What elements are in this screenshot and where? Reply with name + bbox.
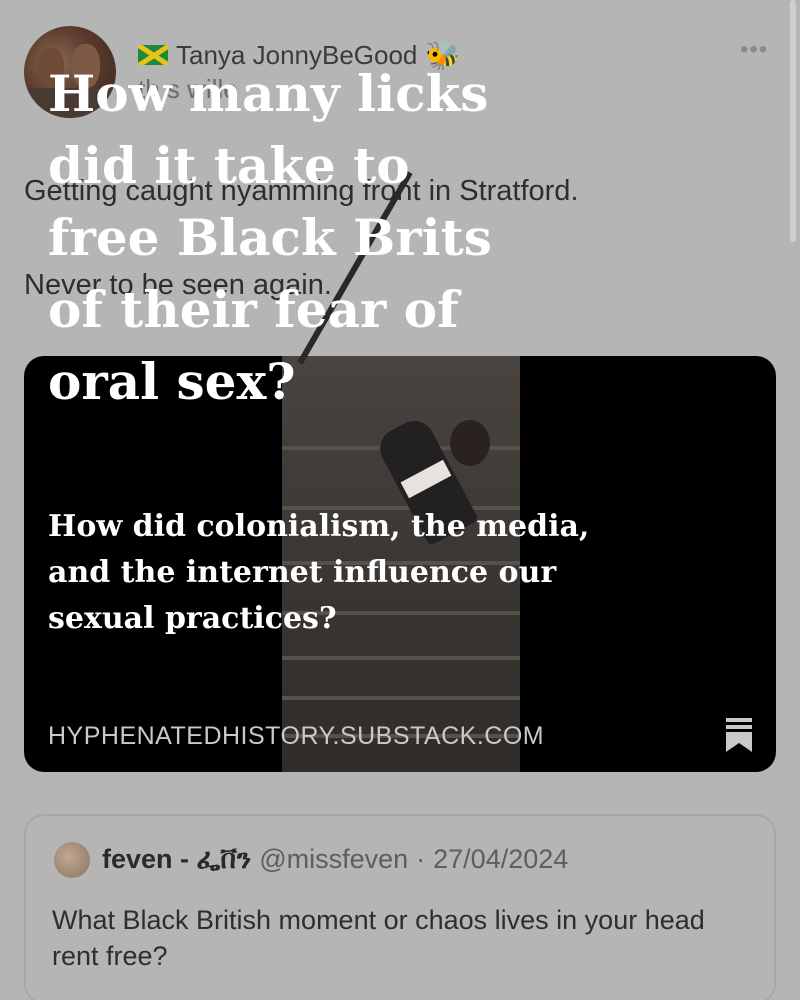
quote-text: What Black British moment or chaos lives…: [52, 905, 705, 971]
scrollbar[interactable]: [790, 0, 796, 242]
quote-date: 27/04/2024: [433, 844, 569, 874]
quote-header: feven - ፌቨን @missfeven · 27/04/2024: [102, 844, 568, 876]
author-name[interactable]: Tanya JonnyBeGood: [176, 40, 417, 71]
card-image-figure-head: [450, 420, 490, 466]
quote-separator: ·: [416, 844, 426, 874]
quote-author-handle[interactable]: @missfeven: [259, 844, 408, 875]
quote-tweet[interactable]: feven - ፌቨን @missfeven · 27/04/2024 What…: [24, 814, 776, 1000]
tweet: Tanya JonnyBeGood 🐝 th s wille ••• Getti…: [0, 0, 800, 1000]
author-row[interactable]: Tanya JonnyBeGood 🐝: [138, 38, 460, 72]
card-domain[interactable]: HYPHENATEDHISTORY.SUBSTACK.COM: [48, 722, 544, 751]
author-subline: th s wille: [138, 74, 238, 104]
jamaica-flag-icon: [138, 45, 168, 65]
quote-author-name[interactable]: feven - ፌቨን: [102, 844, 251, 876]
tweet-text-line-2: Never to be seen again.: [24, 269, 332, 301]
bee-icon: 🐝: [425, 39, 461, 71]
more-options-icon[interactable]: •••: [740, 36, 768, 64]
quote-author-avatar[interactable]: [54, 842, 90, 878]
bookmark-icon[interactable]: [724, 718, 754, 752]
link-card[interactable]: [24, 356, 776, 772]
author-avatar[interactable]: [24, 26, 116, 118]
card-image: [282, 356, 520, 772]
tweet-text-line-1: Getting caught nyamming front in Stratfo…: [24, 175, 579, 207]
